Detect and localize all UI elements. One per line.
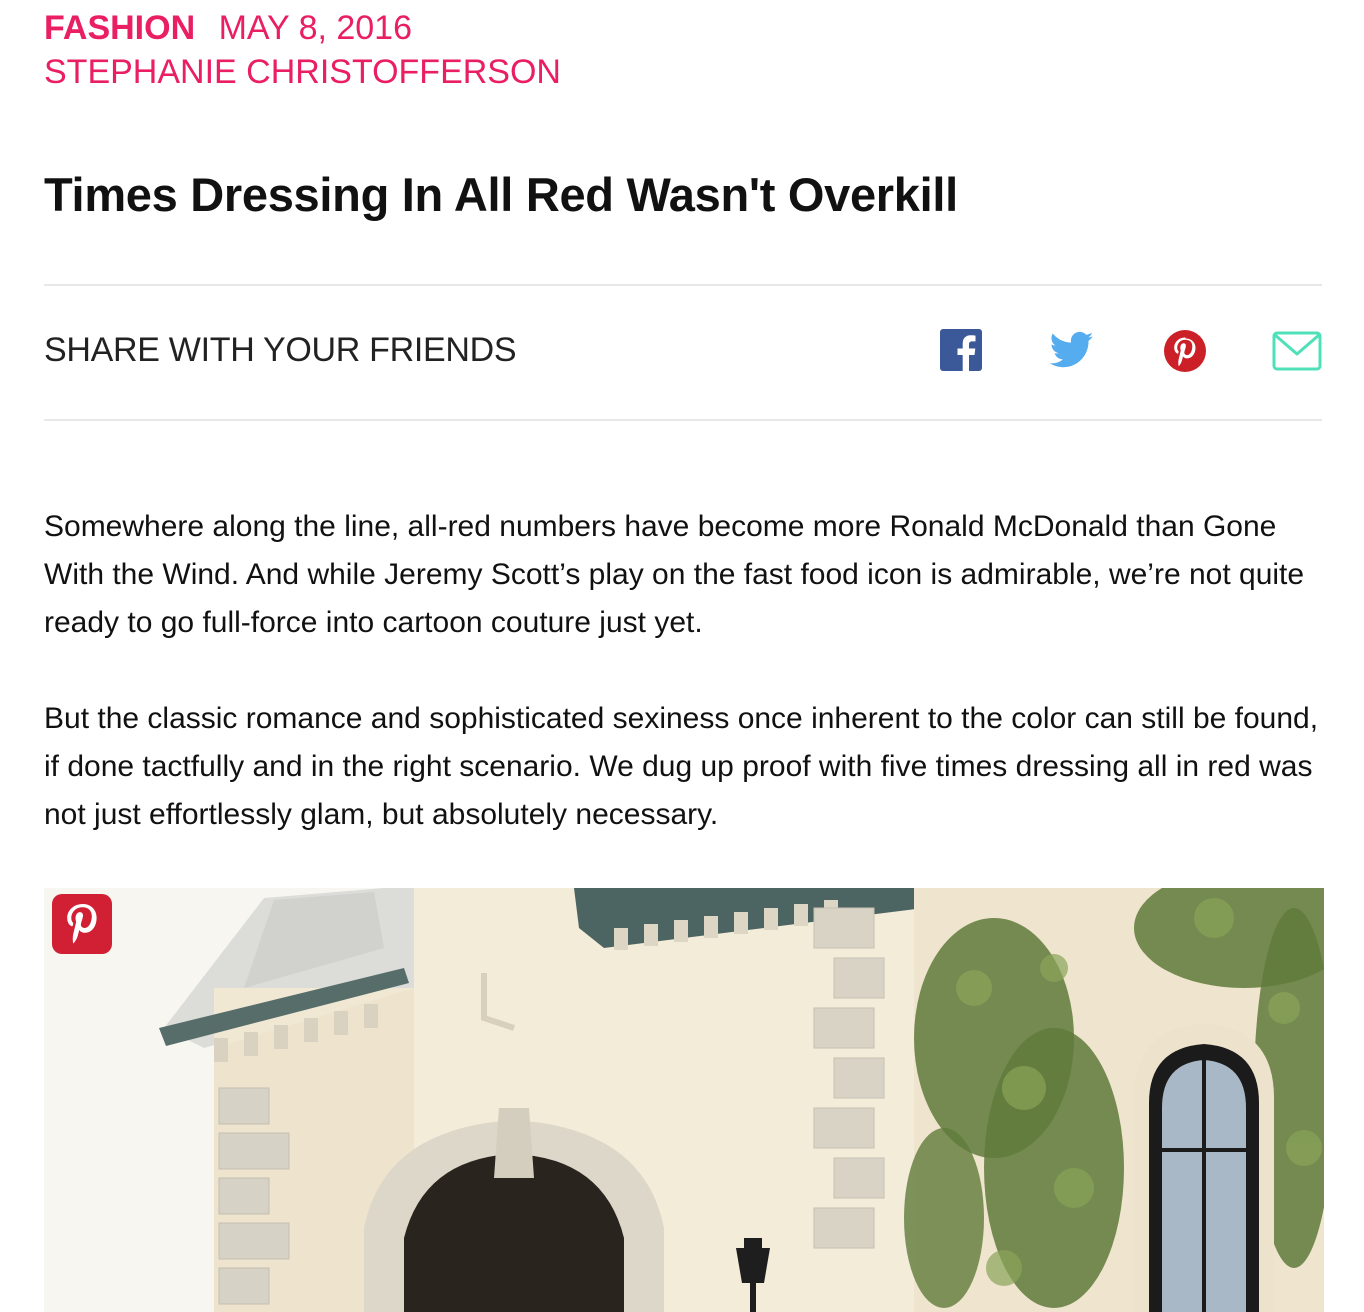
divider-top — [44, 284, 1322, 286]
twitter-icon[interactable] — [1049, 330, 1094, 370]
article-paragraph: Somewhere along the line, all-red number… — [44, 510, 1305, 639]
article-paragraph: But the classic romance and sophisticate… — [44, 702, 1319, 831]
article-meta: FASHION MAY 8, 2016 — [44, 8, 412, 48]
facebook-icon[interactable] — [940, 329, 982, 371]
category-link[interactable]: FASHION — [44, 9, 195, 47]
pinterest-icon[interactable] — [1163, 329, 1207, 373]
divider-bottom — [44, 419, 1322, 421]
email-icon[interactable] — [1272, 331, 1322, 371]
article-title: Times Dressing In All Red Wasn't Overkil… — [44, 168, 958, 221]
share-label: SHARE WITH YOUR FRIENDS — [44, 331, 517, 369]
pinterest-save-icon[interactable] — [52, 894, 112, 954]
article-image — [44, 888, 1324, 1312]
author-link[interactable]: STEPHANIE CHRISTOFFERSON — [44, 52, 561, 92]
publish-date: MAY 8, 2016 — [218, 9, 413, 47]
